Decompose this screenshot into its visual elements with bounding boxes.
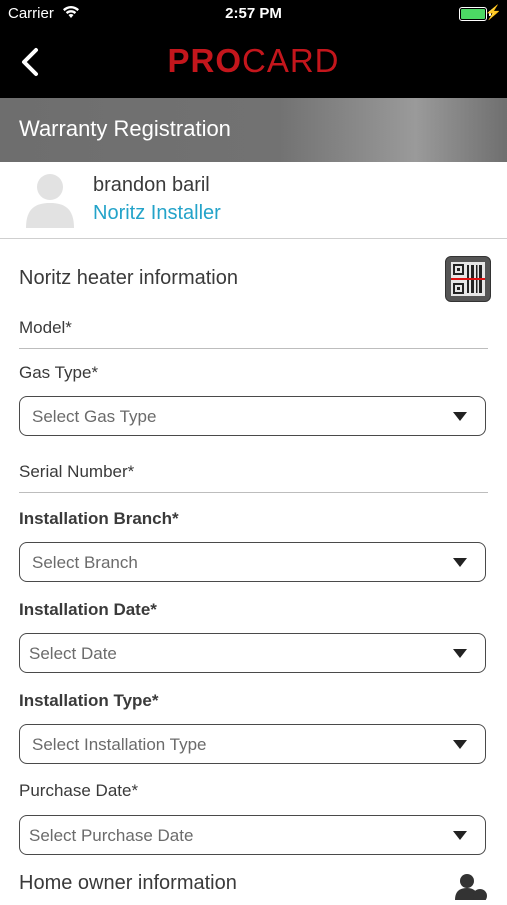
branch-placeholder: Select Branch [32, 553, 138, 572]
title-bar: Warranty Registration [0, 98, 507, 162]
dropdown-arrow-icon [453, 831, 467, 840]
installation-type-select[interactable]: Select Installation Type [19, 724, 486, 764]
qr-scan-icon [451, 262, 485, 296]
installation-branch-select[interactable]: Select Branch [19, 542, 486, 582]
date-placeholder: Select Date [29, 644, 117, 663]
nav-bar: PROCARD [0, 28, 507, 98]
serial-number-label: Serial Number* [19, 462, 135, 481]
gas-type-select[interactable]: Select Gas Type [19, 396, 486, 436]
user-name: brandon baril [93, 174, 210, 196]
clock: 2:57 PM [225, 5, 282, 22]
installation-type-placeholder: Select Installation Type [32, 735, 207, 754]
installation-type-label: Installation Type* [19, 691, 159, 710]
dropdown-arrow-icon [453, 649, 467, 658]
dropdown-arrow-icon [453, 412, 467, 421]
purchase-date-placeholder: Select Purchase Date [29, 826, 194, 845]
heater-section-title: Noritz heater information [19, 267, 238, 289]
avatar [24, 170, 76, 228]
dropdown-arrow-icon [453, 740, 467, 749]
gas-type-label: Gas Type* [19, 363, 99, 382]
page-title: Warranty Registration [19, 116, 231, 141]
installation-branch-label: Installation Branch* [19, 509, 179, 528]
dropdown-arrow-icon [453, 558, 467, 567]
user-card: brandon baril Noritz Installer [0, 162, 507, 239]
purchase-date-label: Purchase Date* [19, 781, 139, 800]
status-bar: Carrier 2:57 PM ⚡ [0, 0, 507, 28]
add-user-icon[interactable] [452, 872, 488, 903]
serial-number-input[interactable] [19, 492, 488, 493]
model-input[interactable] [19, 348, 488, 349]
procard-logo: PROCARD [167, 42, 340, 79]
installation-date-select[interactable]: Select Date [19, 633, 486, 673]
model-label: Model* [19, 318, 72, 337]
home-owner-section-title: Home owner information [19, 872, 237, 894]
user-role: Noritz Installer [93, 202, 221, 224]
gas-type-placeholder: Select Gas Type [32, 407, 157, 426]
installation-date-label: Installation Date* [19, 600, 157, 619]
qr-scan-button[interactable] [445, 256, 491, 302]
battery-icon [459, 7, 487, 21]
charging-icon: ⚡ [484, 4, 502, 20]
purchase-date-select[interactable]: Select Purchase Date [19, 815, 486, 855]
